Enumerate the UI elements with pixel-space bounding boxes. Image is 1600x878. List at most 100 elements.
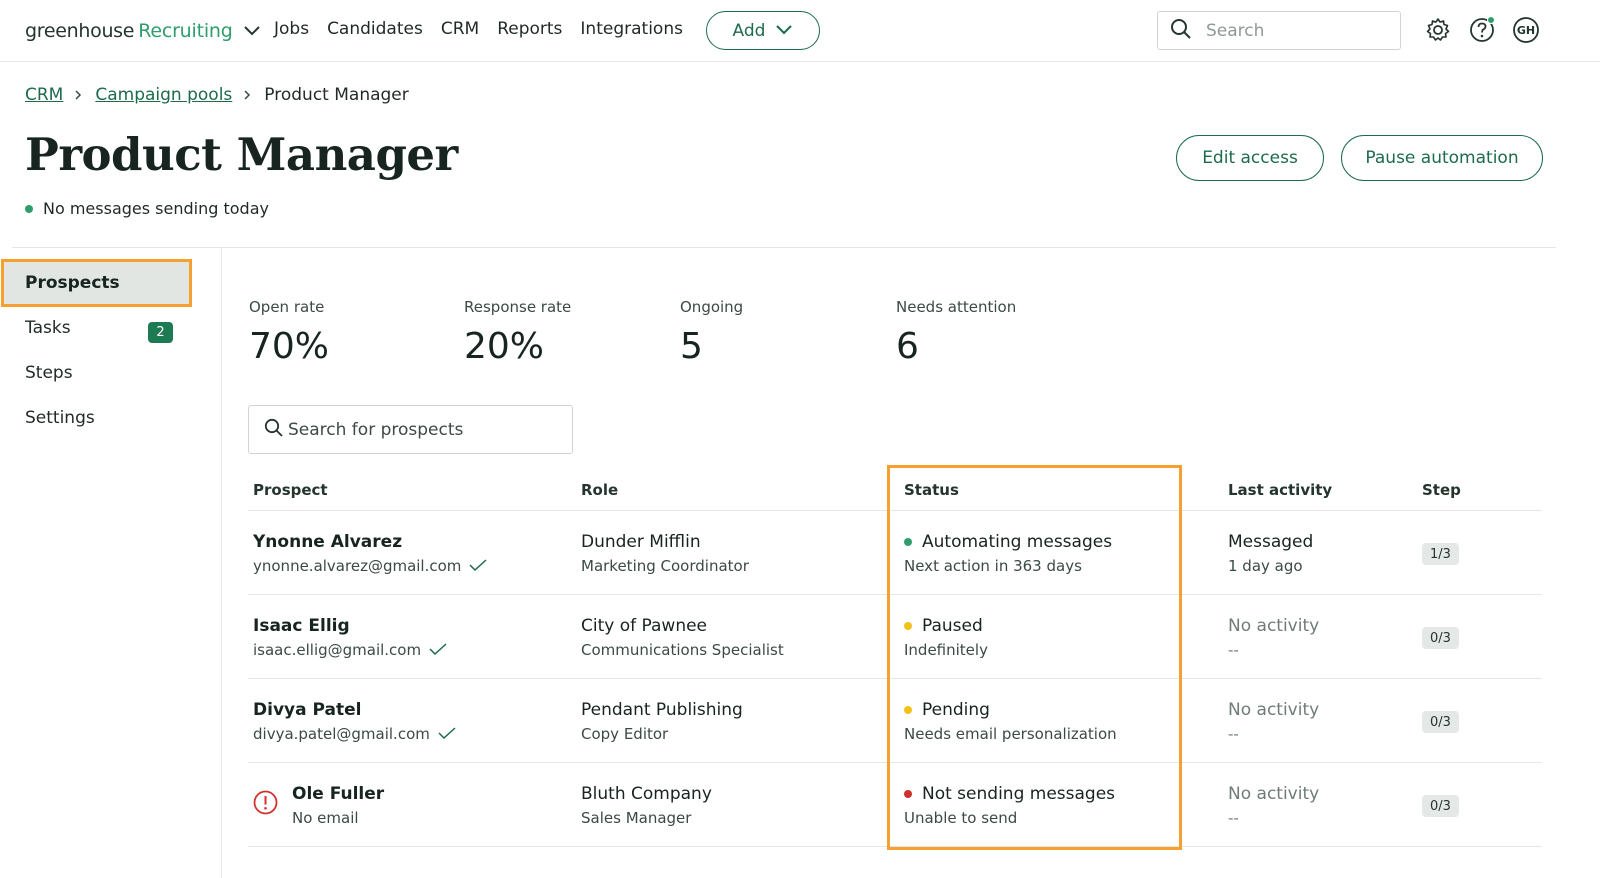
table-row-role: City of Pawnee Communications Specialist <box>581 616 784 659</box>
role-title: Sales Manager <box>581 809 692 827</box>
global-search <box>1157 11 1401 50</box>
status-dot-icon <box>904 622 912 630</box>
row-divider <box>248 510 1542 511</box>
checkmark-icon <box>429 641 447 659</box>
column-header-last-activity[interactable]: Last activity <box>1228 481 1332 499</box>
table-row-status: Paused Indefinitely <box>904 616 988 659</box>
nav-jobs[interactable]: Jobs <box>274 19 309 39</box>
nav-reports[interactable]: Reports <box>497 19 562 39</box>
prospect-email: No email <box>292 809 359 827</box>
prospect-name[interactable]: Ynonne Alvarez <box>253 532 487 552</box>
stat-open-rate: Open rate 70% <box>249 298 329 367</box>
status-text: Pending <box>922 700 990 720</box>
pause-automation-button[interactable]: Pause automation <box>1341 135 1543 181</box>
table-row-prospect: Divya Patel divya.patel@gmail.com <box>253 700 456 743</box>
table-row-role: Bluth Company Sales Manager <box>581 784 712 827</box>
user-avatar[interactable]: GH <box>1512 16 1540 44</box>
breadcrumb-campaign-pools[interactable]: Campaign pools <box>95 85 232 105</box>
sidebar-item-prospects[interactable]: Prospects <box>1 259 192 307</box>
chevron-right-icon <box>243 89 253 101</box>
stat-label: Needs attention <box>896 298 1017 316</box>
header-divider <box>12 247 1556 248</box>
status-detail: Indefinitely <box>904 641 988 659</box>
activity-detail: -- <box>1228 725 1239 743</box>
sending-status: No messages sending today <box>25 199 269 218</box>
sidebar-item-tasks[interactable]: Tasks <box>25 318 71 338</box>
sending-status-text: No messages sending today <box>43 199 269 218</box>
prospect-email: isaac.ellig@gmail.com <box>253 641 422 659</box>
stat-value: 20% <box>464 326 545 367</box>
status-dot-icon <box>904 790 912 798</box>
activity-detail: -- <box>1228 641 1239 659</box>
help-icon[interactable] <box>1468 16 1496 44</box>
column-header-step[interactable]: Step <box>1422 481 1461 499</box>
table-row-prospect: Ole Fuller No email <box>292 784 384 827</box>
row-divider <box>248 678 1542 679</box>
company-name: Pendant Publishing <box>581 700 743 720</box>
table-row-status: Pending Needs email personalization <box>904 700 1117 743</box>
table-row-role: Dunder Mifflin Marketing Coordinator <box>581 532 749 575</box>
stat-response-rate: Response rate 20% <box>464 298 571 367</box>
global-search-input[interactable] <box>1206 20 1376 41</box>
prospect-name[interactable]: Divya Patel <box>253 700 456 720</box>
step-progress-badge: 0/3 <box>1422 711 1459 733</box>
checkmark-icon <box>438 725 456 743</box>
status-dot-icon <box>904 538 912 546</box>
column-header-status[interactable]: Status <box>904 481 959 499</box>
table-row-prospect: Ynonne Alvarez ynonne.alvarez@gmail.com <box>253 532 487 575</box>
checkmark-icon <box>469 557 487 575</box>
sidebar-divider <box>221 248 222 878</box>
step-progress-badge: 1/3 <box>1422 543 1459 565</box>
sidebar-item-settings[interactable]: Settings <box>25 408 95 428</box>
error-icon <box>253 790 278 819</box>
nav-integrations[interactable]: Integrations <box>580 19 683 39</box>
prospect-name[interactable]: Ole Fuller <box>292 784 384 804</box>
activity-text: No activity <box>1228 700 1320 720</box>
search-icon <box>1170 18 1192 44</box>
breadcrumb-crm[interactable]: CRM <box>25 85 63 105</box>
company-name: Dunder Mifflin <box>581 532 701 552</box>
stat-value: 5 <box>680 326 703 367</box>
nav-crm[interactable]: CRM <box>441 19 479 39</box>
tasks-count-badge: 2 <box>148 322 173 343</box>
step-progress-badge: 0/3 <box>1422 627 1459 649</box>
prospect-email: ynonne.alvarez@gmail.com <box>253 557 462 575</box>
status-detail: Needs email personalization <box>904 725 1117 743</box>
add-button-label: Add <box>732 20 766 41</box>
table-row-activity: No activity -- <box>1228 784 1319 827</box>
sidebar-item-steps[interactable]: Steps <box>25 363 73 383</box>
app-logo-switcher[interactable]: greenhouse Recruiting <box>25 17 263 45</box>
page-title: Product Manager <box>25 128 458 181</box>
column-header-prospect[interactable]: Prospect <box>253 481 328 499</box>
nav-candidates[interactable]: Candidates <box>327 19 423 39</box>
activity-text: No activity <box>1228 784 1320 804</box>
prospect-email: divya.patel@gmail.com <box>253 725 430 743</box>
chevron-down-icon <box>243 21 263 41</box>
table-row-status: Not sending messages Unable to send <box>904 784 1115 827</box>
role-title: Copy Editor <box>581 725 669 743</box>
table-row-status: Automating messages Next action in 363 d… <box>904 532 1112 575</box>
activity-text: No activity <box>1228 616 1320 636</box>
step-progress-badge: 0/3 <box>1422 795 1459 817</box>
chevron-down-icon <box>775 21 793 41</box>
status-text: Paused <box>922 616 983 636</box>
column-header-role[interactable]: Role <box>581 481 618 499</box>
stat-label: Open rate <box>249 298 325 316</box>
stat-value: 70% <box>249 326 330 367</box>
status-detail: Next action in 363 days <box>904 557 1082 575</box>
row-divider <box>248 846 1542 847</box>
activity-detail: -- <box>1228 809 1239 827</box>
stat-label: Ongoing <box>680 298 744 316</box>
breadcrumb: CRM Campaign pools Product Manager <box>25 85 409 105</box>
row-divider <box>248 594 1542 595</box>
stat-ongoing: Ongoing 5 <box>680 298 743 367</box>
add-button[interactable]: Add <box>706 11 820 50</box>
status-text: Automating messages <box>922 532 1113 552</box>
activity-detail: 1 day ago <box>1228 557 1303 575</box>
gear-icon[interactable] <box>1424 16 1452 44</box>
prospect-search-input[interactable] <box>288 419 558 440</box>
status-dot-icon <box>25 204 33 213</box>
top-navigation-bar: greenhouse Recruiting Jobs Candidates CR… <box>0 0 1600 62</box>
edit-access-button[interactable]: Edit access <box>1176 135 1324 181</box>
prospect-name[interactable]: Isaac Ellig <box>253 616 447 636</box>
